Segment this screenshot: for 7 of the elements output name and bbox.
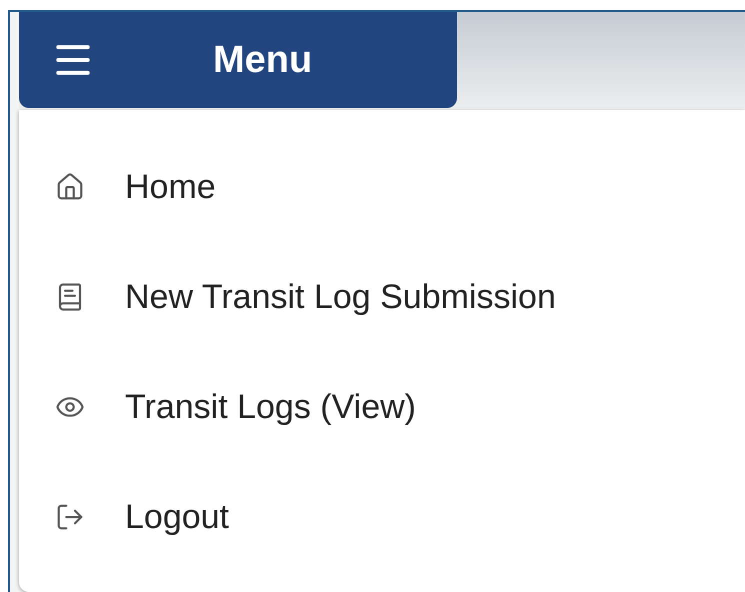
menu-item[interactable]: Transit Logs (View)	[19, 352, 745, 462]
house-icon	[55, 172, 85, 202]
menu-item[interactable]: Logout	[19, 462, 745, 572]
menu-item[interactable]: Home	[19, 132, 745, 242]
menu-button[interactable]: Menu	[19, 12, 457, 108]
menu-item[interactable]: New Transit Log Submission	[19, 242, 745, 352]
logout-icon	[55, 502, 85, 532]
